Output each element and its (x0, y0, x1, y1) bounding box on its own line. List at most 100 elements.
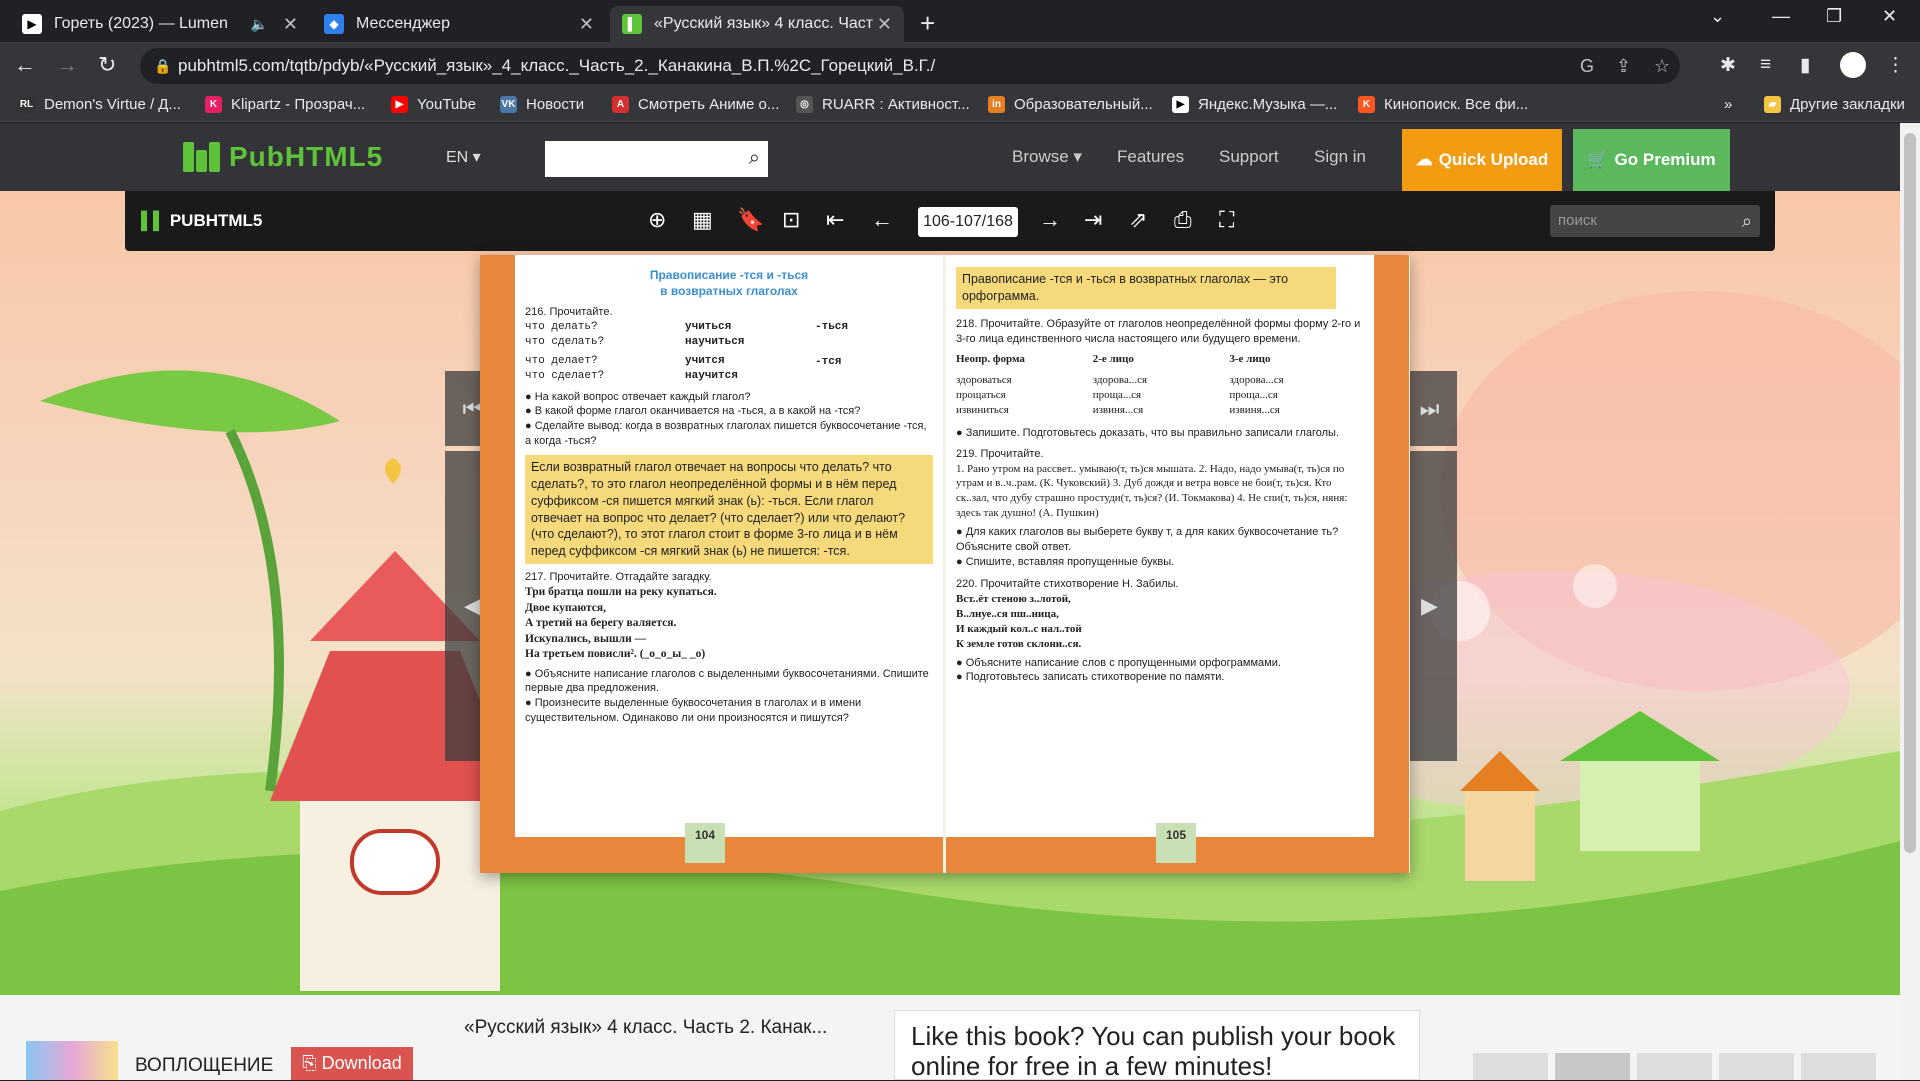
nav-features[interactable]: Features (1117, 147, 1184, 167)
fullscreen-icon[interactable]: ⛶ (1219, 207, 1234, 233)
lock-icon: 🔒 (154, 58, 172, 74)
print-icon[interactable]: ⎙ (1174, 207, 1192, 233)
prev-page-icon[interactable]: ← (871, 207, 893, 233)
bookmark[interactable]: VK Новости (500, 96, 584, 113)
search-icon[interactable]: ⌕ (749, 147, 760, 170)
new-tab-icon[interactable]: + (920, 8, 935, 39)
related-thumb[interactable] (1801, 1053, 1876, 1080)
close-tab-icon[interactable]: ✕ (579, 14, 594, 35)
nav-support[interactable]: Support (1219, 147, 1279, 167)
back-icon[interactable]: ← (14, 52, 36, 78)
cell: учиться (685, 321, 732, 334)
poem-line: К земле готов склони..ся. (956, 637, 1082, 650)
bullet: ● Запишите. Подготовьтесь доказать, что … (956, 426, 1340, 439)
page-scrollbar[interactable] (1900, 123, 1920, 1080)
lang-label: EN (446, 149, 469, 166)
close-tab-icon[interactable]: ✕ (877, 14, 892, 35)
bookmark-label: Яндекс.Музыка —... (1198, 96, 1338, 113)
author-avatar[interactable] (26, 1041, 118, 1080)
bookmark[interactable]: K Klipartz - Прозрач... (205, 96, 365, 113)
other-bookmarks[interactable]: ▰ Другие закладки (1764, 96, 1905, 113)
nav-signin[interactable]: Sign in (1314, 147, 1366, 167)
site-search-input[interactable]: ⌕ (545, 141, 768, 177)
forward-icon[interactable]: → (56, 52, 78, 78)
language-select[interactable]: EN ▾ (446, 147, 481, 167)
next-page-side-button[interactable]: ▶ (1402, 451, 1457, 761)
exercise-218: 218. Прочитайте. Образуйте от глаголов н… (956, 317, 1361, 345)
bookmark[interactable]: A Смотреть Аниме о... (612, 96, 779, 113)
related-thumb[interactable] (1637, 1053, 1712, 1080)
cell: -ться (815, 321, 849, 334)
bookmark[interactable]: ▶ Яндекс.Музыка —... (1172, 96, 1337, 113)
table-header: Неопр. форма 2-е лицо 3-е лицо (956, 352, 1364, 367)
related-thumb[interactable] (1473, 1053, 1548, 1080)
close-tab-icon[interactable]: ✕ (283, 14, 298, 35)
bookmark[interactable]: ▶ YouTube (391, 96, 476, 113)
cell: прощаться (956, 389, 1006, 402)
tab-book[interactable]: ▌ «Русский язык» 4 класс. Часть 2 ✕ (610, 6, 904, 42)
poem-line: В..лнуе..ся пш..ница, (956, 608, 1059, 621)
bullet: ● Объясните написание слов с пропущенным… (956, 656, 1281, 669)
speaker-icon[interactable]: 🔈 (251, 16, 268, 33)
first-page-icon[interactable]: ⇤ (826, 207, 844, 233)
minimize-icon[interactable]: — (1772, 6, 1790, 27)
share-icon[interactable]: ⇗ (1129, 207, 1147, 233)
avatar[interactable] (1840, 52, 1866, 78)
single-page-icon[interactable]: ⊡ (782, 207, 800, 233)
cell: -тся (815, 356, 842, 369)
thumbnails-icon[interactable]: ▦ (692, 207, 713, 233)
bookmark[interactable]: ◎ RUARR : Активност... (796, 96, 970, 113)
book-info-area: ВОПЛОЩЕНИЕ ⎘ Download «Русский язык» 4 к… (0, 995, 1900, 1081)
viewer-search-input[interactable]: поиск ⌕ (1550, 205, 1760, 237)
go-premium-button[interactable]: 🛒 Go Premium (1573, 129, 1730, 191)
reload-icon[interactable]: ↻ (98, 52, 116, 78)
scrollbar-thumb[interactable] (1904, 133, 1916, 853)
related-thumb[interactable] (1719, 1053, 1794, 1080)
last-page-icon[interactable]: ⇥ (1084, 207, 1102, 233)
bookmark[interactable]: RL Demon's Virtue / Д... (18, 96, 181, 113)
search-icon[interactable]: ⌕ (1742, 205, 1752, 237)
next-page-icon[interactable]: → (1039, 207, 1061, 233)
nav-browse[interactable]: Browse ▾ (1012, 147, 1082, 167)
book-spread[interactable]: 104 Правописание -тся и -ться в возвратн… (480, 255, 1410, 873)
close-window-icon[interactable]: ✕ (1882, 6, 1897, 27)
extensions-icon[interactable]: ✱ (1720, 54, 1736, 77)
tab-search-icon[interactable]: ⌄ (1710, 6, 1725, 27)
tab-messenger[interactable]: ◆ Мессенджер ✕ (312, 6, 606, 42)
media-icon[interactable]: ≡ (1760, 54, 1771, 76)
bullet: ● Подготовьтесь записать стихотворение п… (956, 671, 1225, 684)
page-border (1374, 255, 1409, 873)
promo-box: Like this book? You can publish your boo… (894, 1010, 1420, 1081)
author-name[interactable]: ВОПЛОЩЕНИЕ (135, 1055, 273, 1077)
bookmark-icon[interactable]: 🔖 (737, 207, 764, 233)
google-icon[interactable]: G (1580, 48, 1594, 84)
last-page-side-button[interactable]: ⏭ (1402, 371, 1457, 446)
exercise-220: 220. Прочитайте стихотворение Н. Забилы. (956, 578, 1179, 591)
address-input[interactable]: 🔒 pubhtml5.com/tqtb/pdyb/«Русский_язык»_… (140, 48, 1680, 84)
bookmarks-more[interactable]: » (1724, 96, 1732, 113)
star-icon[interactable]: ☆ (1654, 48, 1670, 84)
page-number: 105 (1156, 823, 1196, 863)
button-label: Go Premium (1614, 150, 1716, 169)
zoom-in-icon[interactable]: ⊕ (648, 207, 666, 233)
bookmark[interactable]: K Кинопоиск. Все фи... (1358, 96, 1528, 113)
header-cell: 2-е лицо (1092, 353, 1134, 366)
menu-icon[interactable]: ⋮ (1886, 54, 1905, 77)
sidepanel-icon[interactable]: ▮ (1800, 54, 1810, 77)
share-icon[interactable]: ⇪ (1616, 48, 1631, 84)
related-thumb[interactable] (1555, 1053, 1630, 1080)
maximize-icon[interactable]: ❐ (1826, 6, 1842, 27)
tab-lumen[interactable]: ▶ Гореть (2023) — Lumen 🔈 ✕ (10, 6, 310, 42)
quick-upload-button[interactable]: ☁ Quick Upload (1402, 129, 1562, 191)
page-indicator-input[interactable]: 106-107/168 (918, 207, 1018, 237)
download-button[interactable]: ⎘ Download (291, 1047, 413, 1080)
bullet: ● На какой вопрос отвечает каждый глагол… (525, 390, 751, 403)
poem-line: На третьем повисли². (_о_о_ы_ _о) (525, 648, 706, 661)
section-title: Правописание -тся и -ться (649, 268, 809, 282)
bullet-text: Произнесите выделенные буквосочетания в … (525, 697, 862, 725)
site-logo[interactable]: PubHTML5 (183, 141, 383, 173)
rule-box: Правописание -тся и -ться в возвратных г… (956, 267, 1336, 309)
cell: проща...ся (1229, 389, 1278, 402)
cell: извиниться (956, 403, 1009, 416)
bookmark[interactable]: in Образовательный... (988, 96, 1153, 113)
